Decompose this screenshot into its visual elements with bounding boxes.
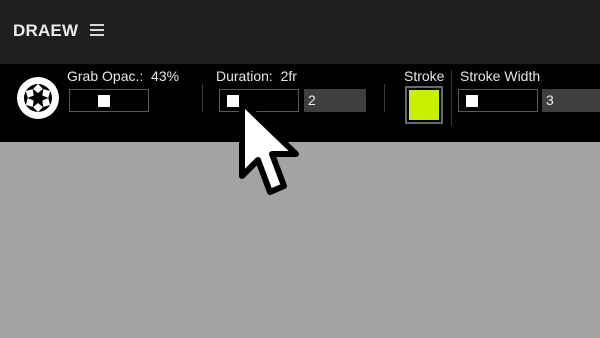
- divider: [451, 70, 452, 126]
- stroke-width-slider-thumb[interactable]: [466, 95, 478, 107]
- hamburger-menu-icon[interactable]: [90, 24, 104, 37]
- stroke-color-fill: [409, 90, 439, 120]
- duration-label: Duration: 2fr: [216, 68, 297, 84]
- duration-number-input[interactable]: 2: [304, 89, 366, 112]
- stroke-label: Stroke: [404, 68, 445, 84]
- stroke-color-swatch[interactable]: [405, 86, 443, 124]
- grab-opacity-slider-thumb[interactable]: [98, 95, 110, 107]
- title-bar: DRAEW: [0, 0, 600, 64]
- stroke-width-slider[interactable]: [458, 89, 538, 112]
- duration-value: 2fr: [280, 68, 297, 84]
- app-title: DRAEW: [13, 21, 79, 40]
- mouse-pointer-icon: [239, 99, 299, 195]
- stroke-width-number-input[interactable]: 3: [542, 89, 600, 112]
- stroke-width-label: Stroke Width: [460, 68, 541, 84]
- divider: [384, 84, 385, 112]
- grab-opacity-slider[interactable]: [69, 89, 149, 112]
- divider: [202, 84, 203, 112]
- grab-opacity-value: 43%: [151, 68, 180, 84]
- camera-aperture-icon[interactable]: [16, 76, 60, 120]
- grab-opacity-label: Grab Opac.: 43%: [67, 68, 180, 84]
